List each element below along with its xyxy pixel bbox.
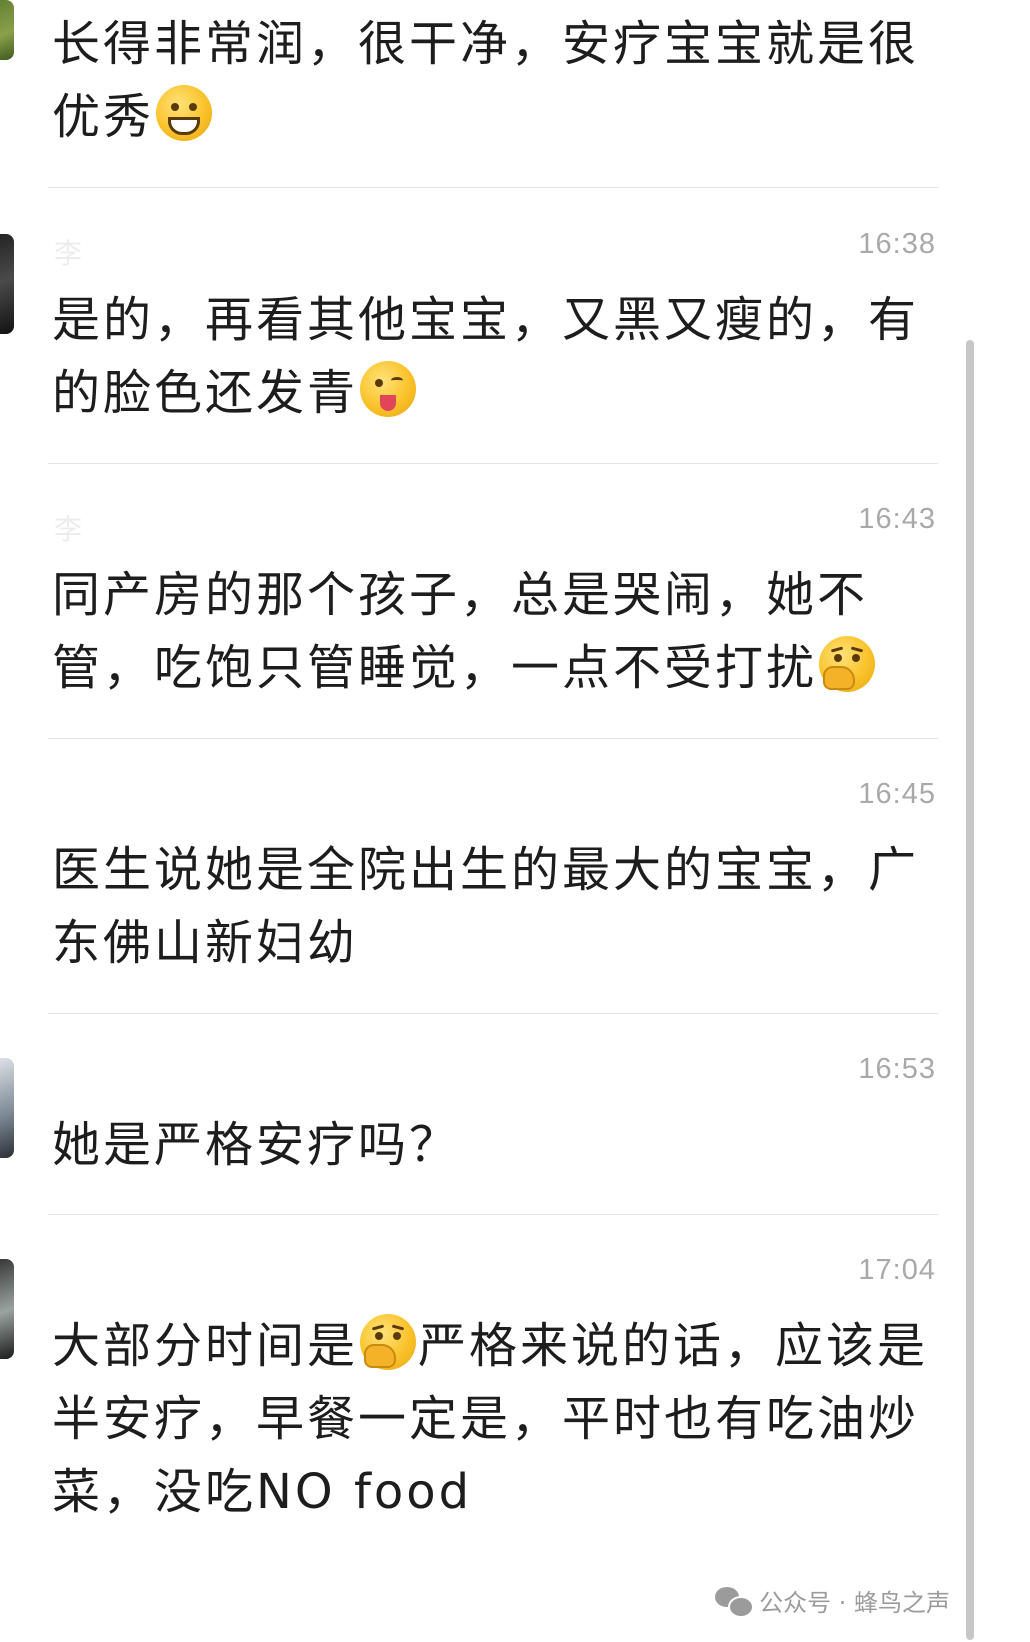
divider xyxy=(48,738,938,739)
wechat-icon xyxy=(715,1586,755,1618)
divider xyxy=(48,1214,938,1215)
message-text: 同产房的那个孩子，总是哭闹，她不管，吃饱只管睡觉，一点不受打扰 xyxy=(52,559,932,705)
avatar[interactable] xyxy=(0,234,14,334)
watermark: 公众号 · 蜂鸟之声 xyxy=(715,1583,950,1618)
message-time: 16:45 xyxy=(858,778,936,810)
chat-page: 长得非常润，很干净，安疗宝宝就是很优秀 李 16:38 是的，再看其他宝宝，又黑… xyxy=(0,0,1030,1642)
message-text: 她是严格安疗吗？ xyxy=(52,1117,461,1173)
divider xyxy=(48,187,938,188)
face-with-hand-over-mouth-icon xyxy=(819,636,876,692)
scrollbar[interactable] xyxy=(966,340,974,1640)
message-time: 16:53 xyxy=(858,1053,936,1085)
avatar[interactable] xyxy=(0,1259,14,1359)
message-text: 大部分时间是 严格来说的话，应该是半安疗，早餐一定是，平时也有吃油炒菜，没吃NO … xyxy=(52,1310,932,1529)
message-time: 16:38 xyxy=(858,228,936,260)
message-time: 16:43 xyxy=(858,503,936,535)
sender-name: 李 xyxy=(54,513,85,546)
avatar[interactable] xyxy=(0,0,14,60)
message-text: 长得非常润，很干净，安疗宝宝就是很优秀 xyxy=(52,16,920,145)
sender-name: 李 xyxy=(54,237,85,270)
divider xyxy=(48,1013,938,1014)
face-with-hand-over-mouth-icon xyxy=(360,1314,417,1370)
winking-face-with-tongue-icon xyxy=(360,361,417,417)
message-text: 医生说她是全院出生的最大的宝宝，广东佛山新妇幼 xyxy=(52,842,920,971)
watermark-label: 公众号 · 蜂鸟之声 xyxy=(759,1589,950,1617)
grinning-face-icon xyxy=(156,85,213,141)
avatar[interactable] xyxy=(0,1058,14,1158)
message-text: 是的，再看其他宝宝，又黑又瘦的，有的脸色还发青 xyxy=(52,292,920,421)
message-time: 17:04 xyxy=(858,1254,936,1286)
divider xyxy=(48,463,938,464)
